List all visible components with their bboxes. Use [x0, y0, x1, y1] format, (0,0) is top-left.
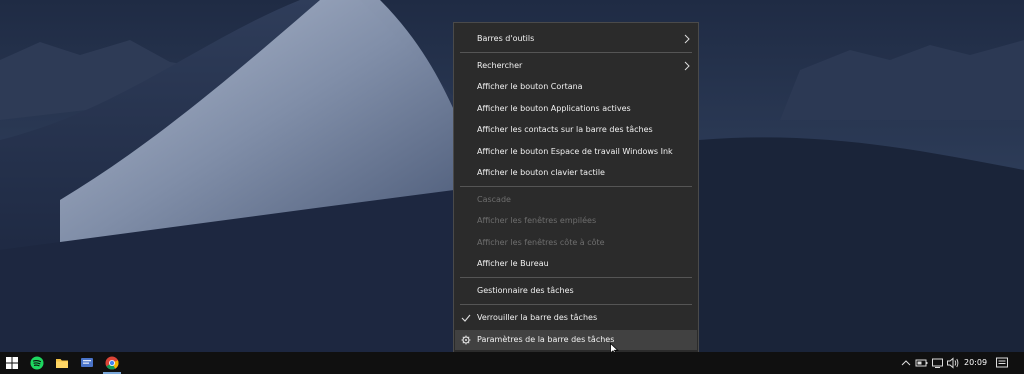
- menu-item-label: Barres d'outils: [477, 34, 535, 43]
- menu-item-label: Afficher les fenêtres côte à côte: [477, 238, 605, 247]
- chevron-up-icon[interactable]: [900, 352, 912, 374]
- menu-item-show-task-view[interactable]: Afficher le bouton Applications actives: [455, 99, 697, 119]
- menu-item-show-touch-keyboard[interactable]: Afficher le bouton clavier tactile: [455, 163, 697, 183]
- file-explorer-icon: [56, 359, 68, 368]
- menu-item-show-people[interactable]: Afficher les contacts sur la barre des t…: [455, 120, 697, 140]
- menu-item-label: Afficher les contacts sur la barre des t…: [477, 125, 653, 134]
- menu-item-label: Afficher le bouton clavier tactile: [477, 168, 605, 177]
- spotify-icon: [30, 356, 44, 370]
- submenu-arrow-icon: [684, 61, 690, 71]
- taskbar-file-explorer[interactable]: [50, 352, 74, 374]
- menu-item-search[interactable]: Rechercher: [455, 56, 697, 76]
- menu-item-toolbars[interactable]: Barres d'outils: [455, 29, 697, 49]
- volume-icon[interactable]: [946, 352, 960, 374]
- menu-item-label: Afficher le Bureau: [477, 259, 549, 268]
- menu-item-cascade: Cascade: [455, 190, 697, 210]
- menu-item-label: Afficher les fenêtres empilées: [477, 216, 597, 225]
- menu-item-taskbar-settings[interactable]: Paramètres de la barre des tâches: [455, 330, 697, 350]
- submenu-arrow-icon: [684, 34, 690, 44]
- menu-item-label: Verrouiller la barre des tâches: [477, 313, 598, 322]
- menu-item-label: Afficher le bouton Cortana: [477, 82, 583, 91]
- start-button[interactable]: [0, 352, 24, 374]
- menu-item-label: Cascade: [477, 195, 511, 204]
- menu-separator: [460, 186, 692, 187]
- menu-item-show-side-by-side: Afficher les fenêtres côte à côte: [455, 233, 697, 253]
- network-icon[interactable]: [931, 352, 945, 374]
- menu-separator: [460, 277, 692, 278]
- menu-item-show-windows-ink[interactable]: Afficher le bouton Espace de travail Win…: [455, 142, 697, 162]
- menu-item-label: Afficher le bouton Applications actives: [477, 104, 631, 113]
- menu-item-label: Paramètres de la barre des tâches: [477, 335, 615, 344]
- menu-item-show-stacked: Afficher les fenêtres empilées: [455, 211, 697, 231]
- menu-item-label: Gestionnaire des tâches: [477, 286, 574, 295]
- windows-start-icon: [6, 357, 18, 369]
- battery-icon[interactable]: [915, 352, 929, 374]
- menu-item-label: Rechercher: [477, 61, 523, 70]
- menu-separator: [460, 52, 692, 53]
- taskbar-chrome[interactable]: [100, 352, 124, 374]
- menu-separator: [460, 304, 692, 305]
- chat-app-icon: [81, 358, 93, 367]
- menu-item-lock-taskbar[interactable]: Verrouiller la barre des tâches: [455, 308, 697, 328]
- checkmark-icon: [461, 314, 471, 322]
- taskbar-clock[interactable]: 20:09: [964, 352, 987, 374]
- menu-item-task-manager[interactable]: Gestionnaire des tâches: [455, 281, 697, 301]
- taskbar-chat-app[interactable]: [75, 352, 99, 374]
- taskbar[interactable]: 20:09: [0, 352, 1024, 374]
- menu-item-show-desktop[interactable]: Afficher le Bureau: [455, 254, 697, 274]
- gear-icon: [461, 335, 471, 345]
- taskbar-spotify[interactable]: [25, 352, 49, 374]
- menu-item-label: Afficher le bouton Espace de travail Win…: [477, 147, 673, 156]
- menu-item-show-cortana[interactable]: Afficher le bouton Cortana: [455, 77, 697, 97]
- taskbar-context-menu: Barres d'outils Rechercher Afficher le b…: [453, 22, 699, 353]
- chrome-icon: [105, 356, 119, 370]
- action-center-icon[interactable]: [995, 352, 1009, 374]
